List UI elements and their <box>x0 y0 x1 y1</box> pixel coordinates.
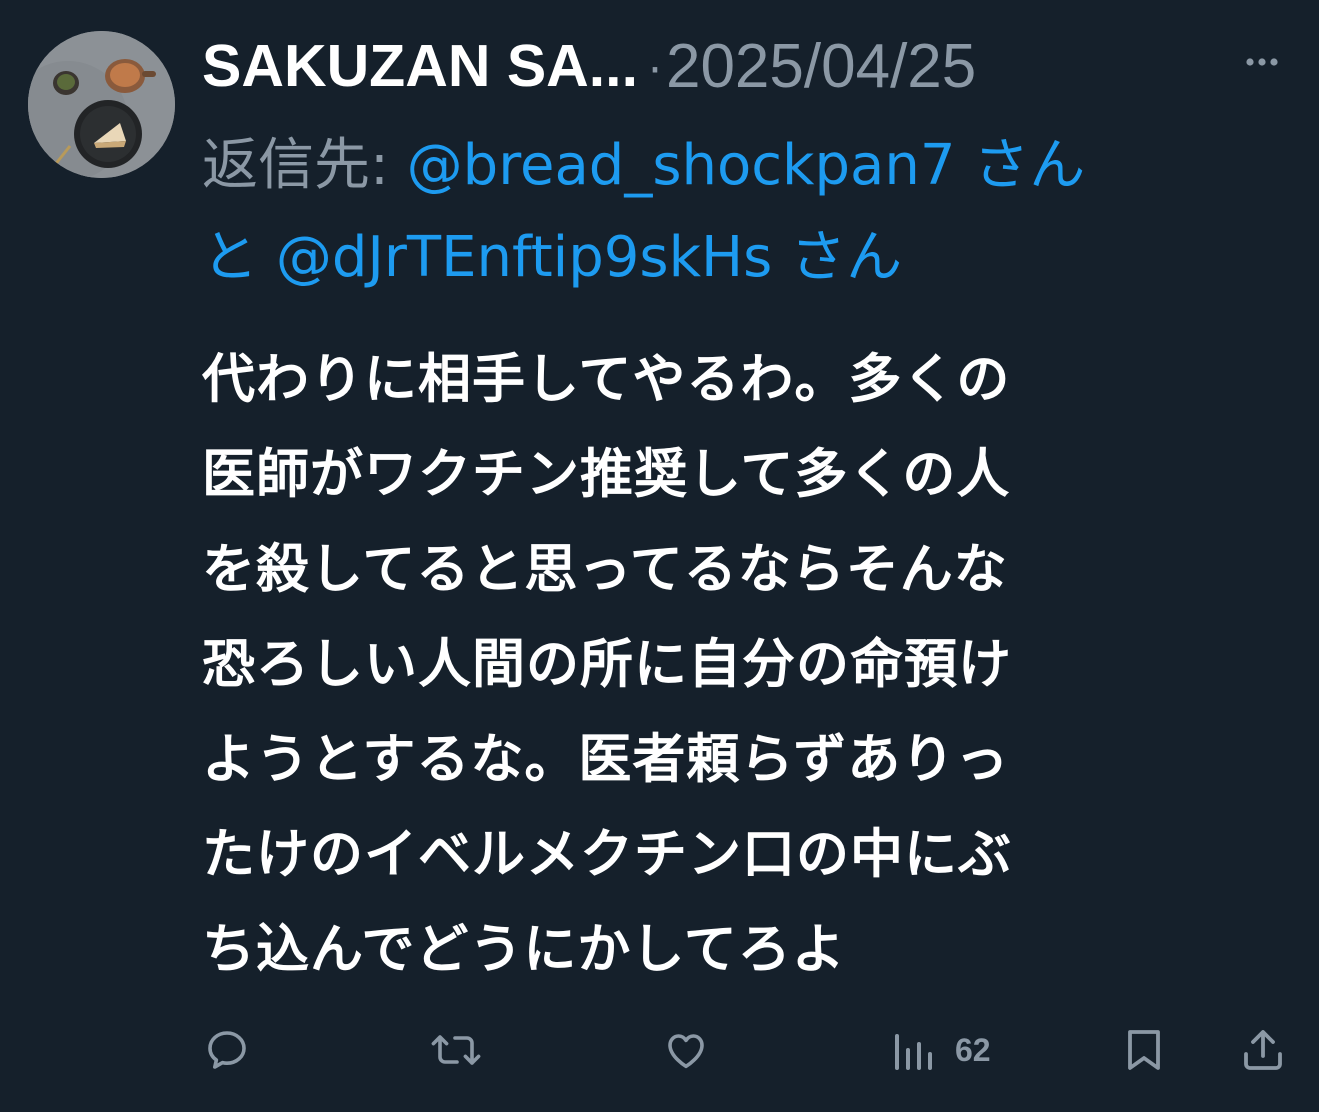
retweet-icon <box>431 1035 481 1065</box>
reply-conjunction: と <box>202 225 276 290</box>
bookmark-icon <box>1128 1030 1160 1070</box>
views-count: 62 <box>955 1031 991 1068</box>
tweet-text-line: ち込んでどうにかしてろよ <box>202 919 846 980</box>
bookmark-button[interactable] <box>1124 1020 1164 1080</box>
views-button[interactable]: 62 <box>893 1020 991 1080</box>
action-bar: 62 <box>0 1020 1319 1080</box>
share-icon <box>1244 1030 1282 1070</box>
reply-icon <box>208 1031 246 1069</box>
mention-link[interactable]: @dJrTEnftip9skHs さん <box>276 225 902 290</box>
analytics-icon <box>895 1034 932 1070</box>
share-button[interactable] <box>1240 1020 1286 1080</box>
like-button[interactable] <box>662 1020 710 1080</box>
display-name[interactable]: SAKUZAN SA... <box>202 32 638 100</box>
reply-to-label: 返信先: <box>202 133 407 198</box>
separator-dot: · <box>647 44 662 96</box>
more-options-button[interactable] <box>1232 40 1292 84</box>
tweet-text-line: ようとするな。医者頼らずありっ <box>202 729 1010 790</box>
tweet-text-line: 恐ろしい人間の所に自分の命預け <box>202 634 1012 695</box>
tweet-text-line: たけのイベルメクチン口の中にぶ <box>202 824 1012 885</box>
reply-to-line: 返信先: @bread_shockpan7 さん と @dJrTEnftip9s… <box>202 120 1302 304</box>
tweet-text-line: 医師がワクチン推奨して多くの人 <box>202 444 1011 505</box>
reply-button[interactable] <box>203 1020 251 1080</box>
more-icon <box>1246 58 1278 66</box>
avatar[interactable] <box>28 31 175 178</box>
tweet-date[interactable]: 2025/04/25 <box>666 31 976 102</box>
avatar-image <box>28 31 175 178</box>
heart-icon <box>668 1034 704 1069</box>
mention-link[interactable]: @bread_shockpan7 さん <box>407 133 1086 198</box>
tweet-text: 代わりに相手してやるわ。多くの 医師がワクチン推奨して多くの人 を殺してると思っ… <box>202 332 1277 997</box>
tweet-text-line: 代わりに相手してやるわ。多くの <box>202 349 1011 410</box>
tweet-header: SAKUZAN SA... · 2025/04/25 <box>202 30 1292 102</box>
tweet-text-line: を殺してると思ってるならそんな <box>202 539 1008 600</box>
retweet-button[interactable] <box>430 1020 482 1080</box>
